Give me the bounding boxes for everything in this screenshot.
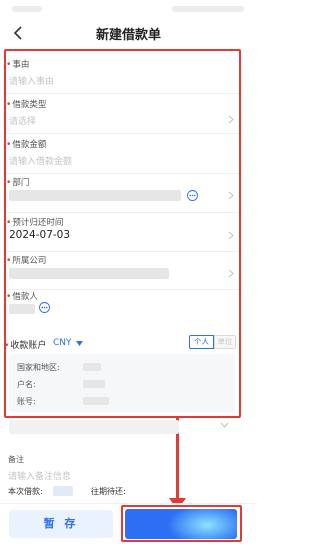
annotation-submit-outline bbox=[121, 505, 242, 542]
amount-label: •借款金额 bbox=[6, 140, 47, 150]
due-summary-label: 往期待还: bbox=[91, 487, 126, 496]
chevron-down-icon[interactable] bbox=[220, 422, 229, 428]
divider bbox=[6, 212, 242, 213]
account-name-blurred bbox=[83, 380, 105, 388]
amount-field[interactable]: •借款金额 请输入借款金额 bbox=[6, 138, 242, 172]
account-name-label: 户名: bbox=[17, 380, 36, 389]
company-label: •所属公司 bbox=[6, 256, 47, 266]
save-draft-button[interactable]: 暂 存 bbox=[9, 510, 113, 538]
caret-down-icon[interactable] bbox=[76, 341, 83, 346]
chevron-right-icon bbox=[228, 231, 234, 240]
status-bar-blur-left bbox=[12, 6, 42, 12]
collapsed-row-blurred bbox=[9, 420, 179, 434]
divider bbox=[6, 173, 242, 174]
department-value-blurred bbox=[9, 190, 181, 201]
department-label: •部门 bbox=[6, 178, 30, 188]
more-dots-icon[interactable] bbox=[39, 302, 50, 313]
return-date-value[interactable]: 2024-07-03 bbox=[9, 229, 70, 241]
reason-field[interactable]: •事由 请输入事由 bbox=[6, 58, 242, 92]
currency-select[interactable]: CNY bbox=[53, 338, 72, 348]
remark-input[interactable]: 请输入备注信息 bbox=[8, 469, 71, 482]
account-label: •收款账户 bbox=[4, 341, 47, 351]
amount-input[interactable]: 请输入借款金额 bbox=[9, 154, 72, 167]
region-label: 国家和地区: bbox=[17, 363, 60, 372]
reason-input[interactable]: 请输入事由 bbox=[9, 74, 54, 87]
remark-label: 备注 bbox=[8, 455, 24, 464]
more-dots-icon[interactable] bbox=[187, 190, 198, 201]
chevron-right-icon bbox=[228, 115, 234, 124]
borrower-label: •借款人 bbox=[6, 292, 38, 302]
region-value-blurred bbox=[83, 363, 101, 371]
divider bbox=[6, 251, 242, 252]
chevron-right-icon bbox=[228, 191, 234, 200]
borrower-field[interactable]: •借款人 bbox=[6, 268, 242, 302]
department-field[interactable]: •部门 bbox=[6, 176, 242, 210]
reason-label: •事由 bbox=[6, 60, 30, 70]
loan-summary-value-blurred bbox=[53, 486, 73, 496]
loan-type-select[interactable]: 请选择 bbox=[9, 114, 36, 127]
loan-type-label: •借款类型 bbox=[6, 100, 47, 110]
return-date-label: •预计归还时间 bbox=[6, 218, 64, 228]
return-date-field[interactable]: •预计归还时间 2024-07-03 bbox=[6, 216, 242, 250]
account-details: 国家和地区: 户名: 账号: bbox=[9, 354, 235, 412]
account-number-label: 账号: bbox=[17, 397, 36, 406]
borrower-value-blurred bbox=[9, 304, 35, 314]
tab-personal[interactable]: 个人 bbox=[189, 335, 214, 349]
loan-summary-label: 本次借款: bbox=[8, 487, 43, 496]
page-title: 新建借款单 bbox=[95, 28, 161, 43]
status-bar-blur-right bbox=[172, 6, 244, 12]
loan-type-field[interactable]: •借款类型 请选择 bbox=[6, 98, 242, 132]
divider bbox=[6, 93, 242, 94]
account-number-blurred bbox=[83, 397, 109, 405]
divider bbox=[6, 133, 242, 134]
navigation-bar: 新建借款单 bbox=[0, 20, 257, 46]
tab-company[interactable]: 单位 bbox=[214, 335, 236, 349]
